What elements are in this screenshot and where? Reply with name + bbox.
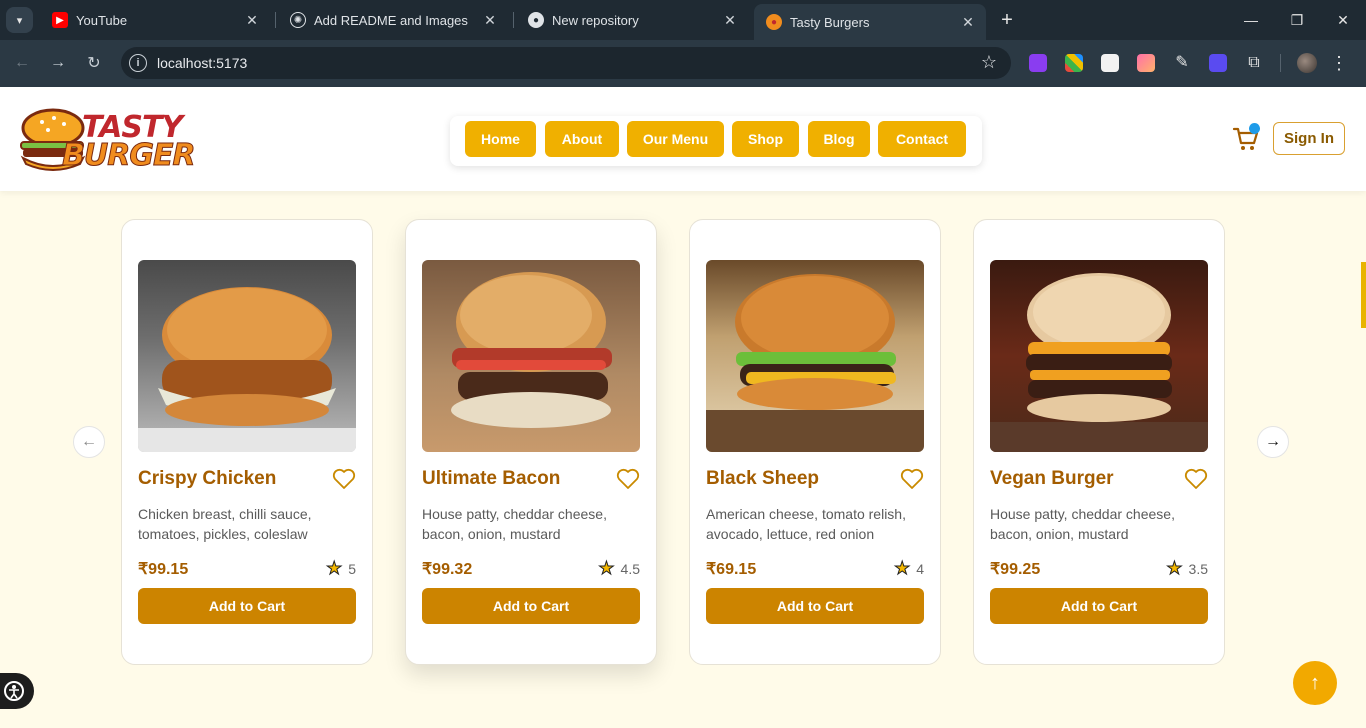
tasty-burger-logo[interactable]: TASTY BURGER — [18, 104, 200, 174]
product-description: House patty, cheddar cheese, bacon, onio… — [990, 506, 1175, 542]
heart-icon[interactable] — [616, 468, 640, 490]
youtube-icon: ▶ — [52, 12, 68, 28]
product-name: Crispy Chicken — [138, 468, 277, 489]
tab-divider — [513, 12, 514, 28]
tab-readme[interactable]: ✺ Add README and Images ✕ — [278, 4, 508, 36]
bookmark-star-icon[interactable]: ☆ — [981, 52, 997, 73]
add-to-cart-button[interactable]: Add to Cart — [706, 588, 924, 624]
scroll-to-top-button[interactable]: ↑ — [1293, 661, 1337, 705]
eyedropper-icon[interactable]: ✎ — [1173, 54, 1191, 72]
product-description: House patty, cheddar cheese, bacon, onio… — [422, 506, 607, 542]
add-to-cart-button[interactable]: Add to Cart — [422, 588, 640, 624]
url-text: localhost:5173 — [157, 55, 248, 71]
product-price: ₹99.32 — [422, 561, 473, 578]
close-icon[interactable]: ✕ — [720, 10, 740, 30]
tab-search-button[interactable]: ▾ — [6, 7, 33, 33]
main-nav: Home About Our Menu Shop Blog Contact — [450, 116, 982, 166]
back-button[interactable]: ← — [10, 51, 34, 75]
product-image — [422, 260, 640, 452]
star-icon: ★ — [894, 558, 911, 579]
carousel-prev-button[interactable]: ← — [73, 426, 105, 458]
product-card-ultimate-bacon: Ultimate Bacon House patty, cheddar chee… — [405, 219, 657, 665]
puzzle-icon[interactable]: ⧉ — [1245, 54, 1263, 72]
site-info-icon[interactable]: i — [129, 54, 147, 72]
burger-favicon-icon: ● — [766, 14, 782, 30]
product-name: Vegan Burger — [990, 468, 1114, 489]
tab-divider — [275, 12, 276, 28]
logo-text-burger: BURGER — [62, 138, 197, 174]
rating-value: 3.5 — [1188, 560, 1208, 577]
scroll-indicator — [1361, 262, 1366, 328]
product-image — [138, 260, 356, 452]
minimize-button[interactable]: — — [1238, 8, 1264, 32]
extension-icon[interactable] — [1137, 54, 1155, 72]
forward-button[interactable]: → — [46, 51, 70, 75]
nav-home[interactable]: Home — [465, 121, 536, 157]
carousel-next-button[interactable]: → — [1257, 426, 1289, 458]
product-description: Chicken breast, chilli sauce, tomatoes, … — [138, 506, 312, 542]
new-tab-button[interactable]: + — [996, 9, 1018, 31]
tab-title: Tasty Burgers — [790, 14, 870, 30]
product-card-crispy-chicken: Crispy Chicken Chicken breast, chilli sa… — [121, 219, 373, 665]
address-bar[interactable]: i localhost:5173 ☆ — [121, 47, 1011, 79]
product-image — [990, 260, 1208, 452]
product-rating: ★ 4 — [894, 558, 924, 579]
product-rating: ★ 3.5 — [1166, 558, 1208, 579]
sign-in-button[interactable]: Sign In — [1273, 122, 1345, 155]
extension-icon[interactable] — [1209, 54, 1227, 72]
tab-title: YouTube — [76, 12, 128, 28]
product-image — [706, 260, 924, 452]
site-header: TASTY BURGER Home About Our Menu Shop Bl… — [0, 87, 1366, 191]
nav-contact[interactable]: Contact — [878, 121, 966, 157]
product-rating: ★ 4.5 — [598, 558, 640, 579]
product-price: ₹69.15 — [706, 561, 757, 578]
nav-shop[interactable]: Shop — [732, 121, 799, 157]
tab-title: New repository — [552, 12, 639, 28]
menu-icon[interactable]: ⋮ — [1330, 52, 1348, 74]
openai-icon: ✺ — [290, 12, 306, 28]
product-price: ₹99.25 — [990, 561, 1041, 578]
close-window-button[interactable]: ✕ — [1330, 8, 1356, 32]
browser-tab-bar: ▾ ▶ YouTube ✕ ✺ Add README and Images ✕ … — [0, 0, 1366, 40]
nav-about[interactable]: About — [545, 121, 619, 157]
heart-icon[interactable] — [332, 468, 356, 490]
cart-badge — [1249, 123, 1260, 134]
add-to-cart-button[interactable]: Add to Cart — [138, 588, 356, 624]
notion-extension-icon[interactable] — [1101, 54, 1119, 72]
product-rating: ★ 5 — [326, 558, 356, 579]
tab-youtube[interactable]: ▶ YouTube ✕ — [40, 4, 270, 36]
extension-icon[interactable] — [1029, 54, 1047, 72]
close-icon[interactable]: ✕ — [480, 10, 500, 30]
star-icon: ★ — [598, 558, 615, 579]
product-card-black-sheep: Black Sheep American cheese, tomato reli… — [689, 219, 941, 665]
add-to-cart-button[interactable]: Add to Cart — [990, 588, 1208, 624]
github-icon: ● — [528, 12, 544, 28]
close-icon[interactable]: ✕ — [242, 10, 262, 30]
rating-value: 5 — [348, 560, 356, 577]
rating-value: 4 — [916, 560, 924, 577]
tab-tasty-burgers[interactable]: ● Tasty Burgers ✕ — [754, 4, 986, 40]
heart-icon[interactable] — [1184, 468, 1208, 490]
profile-avatar[interactable] — [1297, 53, 1317, 73]
heart-icon[interactable] — [900, 468, 924, 490]
star-icon: ★ — [326, 558, 343, 579]
product-price: ₹99.15 — [138, 561, 189, 578]
nav-blog[interactable]: Blog — [808, 121, 870, 157]
nav-our-menu[interactable]: Our Menu — [627, 121, 724, 157]
product-name: Ultimate Bacon — [422, 468, 561, 489]
tab-new-repository[interactable]: ● New repository ✕ — [516, 4, 748, 36]
product-name: Black Sheep — [706, 468, 819, 489]
accessibility-widget-icon[interactable] — [0, 673, 34, 709]
product-description: American cheese, tomato relish, avocado,… — [706, 506, 906, 542]
star-icon: ★ — [1166, 558, 1183, 579]
rating-value: 4.5 — [620, 560, 640, 577]
close-icon[interactable]: ✕ — [958, 12, 978, 32]
extension-icon[interactable] — [1065, 54, 1083, 72]
reload-button[interactable]: ↻ — [82, 51, 106, 75]
toolbar-divider — [1280, 54, 1281, 72]
product-card-vegan-burger: Vegan Burger House patty, cheddar cheese… — [973, 219, 1225, 665]
restore-button[interactable]: ❐ — [1284, 8, 1310, 32]
tab-title: Add README and Images — [314, 12, 468, 28]
browser-toolbar: ← → ↻ i localhost:5173 ☆ ✎ ⧉ ⋮ — [0, 40, 1366, 87]
